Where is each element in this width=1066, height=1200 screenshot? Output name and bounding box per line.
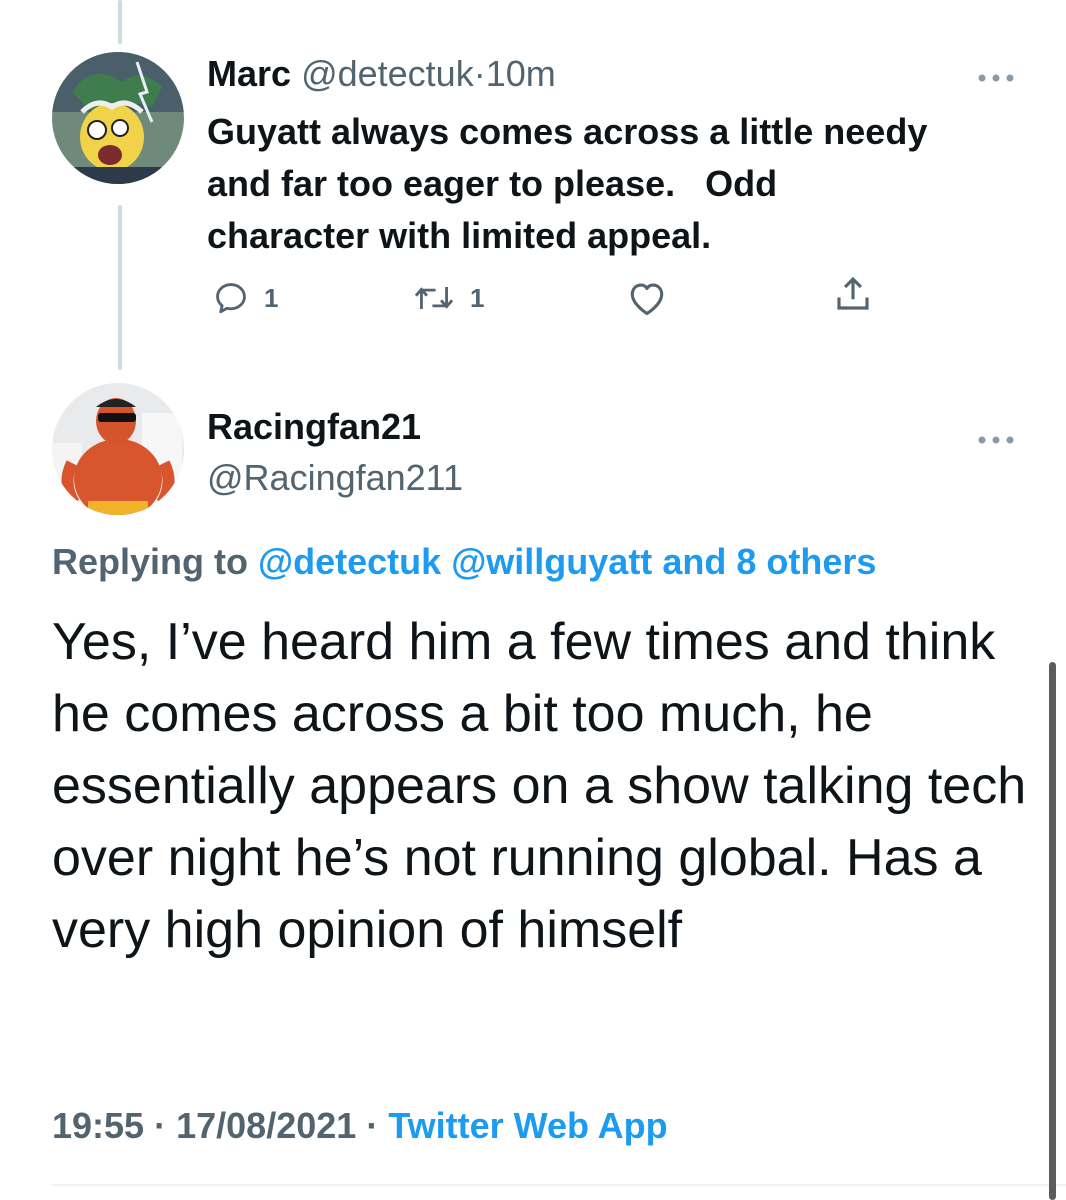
mention-detectuk[interactable]: @detectuk xyxy=(258,541,441,582)
meta-separator-1: · xyxy=(154,1105,167,1146)
tweet1-display-name[interactable]: Marc xyxy=(207,53,291,94)
like-button[interactable] xyxy=(626,278,668,318)
share-icon xyxy=(837,276,869,310)
tweet1-separator: · xyxy=(473,53,486,94)
share-button[interactable] xyxy=(832,274,874,314)
mention-willguyatt[interactable]: @willguyatt xyxy=(451,541,652,582)
retweet-icon xyxy=(414,287,454,309)
heart-icon xyxy=(630,283,664,316)
scrollbar[interactable] xyxy=(1049,662,1056,1200)
thread-line-top xyxy=(118,0,122,44)
replying-to: Replying to @detectuk @willguyatt and 8 … xyxy=(52,540,876,584)
tweet1-more-icon[interactable] xyxy=(976,58,1016,92)
tweet1-handle[interactable]: @detectuk xyxy=(301,53,474,94)
tweet2-text: Yes, I’ve heard him a few times and thin… xyxy=(52,613,1027,959)
tweet-date[interactable]: 17/08/2021 xyxy=(176,1105,356,1146)
reply-icon xyxy=(216,283,246,314)
reply-button[interactable]: 1 xyxy=(212,278,278,318)
tweet1-header: Marc @detectuk·10m xyxy=(207,52,556,96)
tweet2-display-name[interactable]: Racingfan21 xyxy=(207,405,421,449)
tweet-meta: 19:55 · 17/08/2021 · Twitter Web App xyxy=(52,1104,668,1148)
thread-line-middle xyxy=(118,205,122,370)
tweet-source[interactable]: Twitter Web App xyxy=(388,1105,667,1146)
tweet1-text: Guyatt always comes across a little need… xyxy=(207,111,928,256)
avatar-marc[interactable] xyxy=(52,52,184,184)
replying-prefix: Replying to xyxy=(52,541,248,582)
tweet2-handle[interactable]: @Racingfan211 xyxy=(207,456,463,500)
tweet1-time[interactable]: 10m xyxy=(486,53,556,94)
meta-separator-2: · xyxy=(366,1105,379,1146)
divider xyxy=(52,1184,1066,1186)
others-link[interactable]: and 8 others xyxy=(662,541,876,582)
tweet-time[interactable]: 19:55 xyxy=(52,1105,144,1146)
retweet-count: 1 xyxy=(470,282,485,313)
tweet2-more-icon[interactable] xyxy=(976,420,1016,454)
retweet-button[interactable]: 1 xyxy=(412,278,484,318)
reply-count: 1 xyxy=(264,282,279,313)
avatar-racingfan21[interactable] xyxy=(52,383,184,515)
